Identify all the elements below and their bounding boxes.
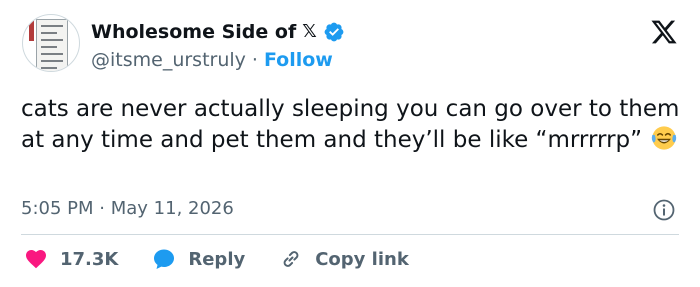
reply-button[interactable]: Reply xyxy=(152,247,245,271)
reply-label: Reply xyxy=(188,248,246,270)
like-button[interactable]: 17.3K xyxy=(24,247,118,271)
info-icon[interactable] xyxy=(652,198,676,222)
handle-separator: · xyxy=(251,49,258,71)
link-icon xyxy=(283,251,299,267)
timestamp-separator: · xyxy=(99,198,105,219)
verified-badge-icon xyxy=(324,22,344,42)
like-count: 17.3K xyxy=(60,248,119,270)
avatar[interactable] xyxy=(22,14,80,72)
avatar-sign xyxy=(36,19,68,71)
reply-bubble-icon xyxy=(154,249,175,269)
x-logo-icon[interactable] xyxy=(650,18,678,46)
divider xyxy=(21,234,679,235)
author-handle[interactable]: @itsme_urstruly xyxy=(91,49,246,71)
tweet-text: cats are never actually sleeping you can… xyxy=(21,94,686,155)
tweet-time: 5:05 PM xyxy=(21,198,94,219)
copy-link-label: Copy link xyxy=(315,248,409,270)
follow-button[interactable]: Follow xyxy=(264,49,333,71)
tweet-timestamp[interactable]: 5:05 PM · May 11, 2026 xyxy=(21,198,234,219)
author-name-row: Wholesome Side of 𝕏 xyxy=(91,21,345,43)
tweet-date: May 11, 2026 xyxy=(110,198,234,219)
tweet-actions: 17.3K Reply Copy link xyxy=(24,247,443,271)
tweet-card: Wholesome Side of 𝕏 @itsme_urstruly · Fo… xyxy=(0,0,700,287)
heart-icon xyxy=(26,250,46,269)
face-with-tears-of-joy-icon xyxy=(651,126,677,150)
x-mark-icon: 𝕏 xyxy=(302,21,317,42)
tweet-body: cats are never actually sleeping you can… xyxy=(21,96,680,153)
author-handle-row: @itsme_urstruly · Follow xyxy=(91,49,333,71)
author-display-name[interactable]: Wholesome Side of xyxy=(91,21,296,43)
copy-link-button[interactable]: Copy link xyxy=(279,247,409,271)
avatar-post xyxy=(29,15,34,41)
